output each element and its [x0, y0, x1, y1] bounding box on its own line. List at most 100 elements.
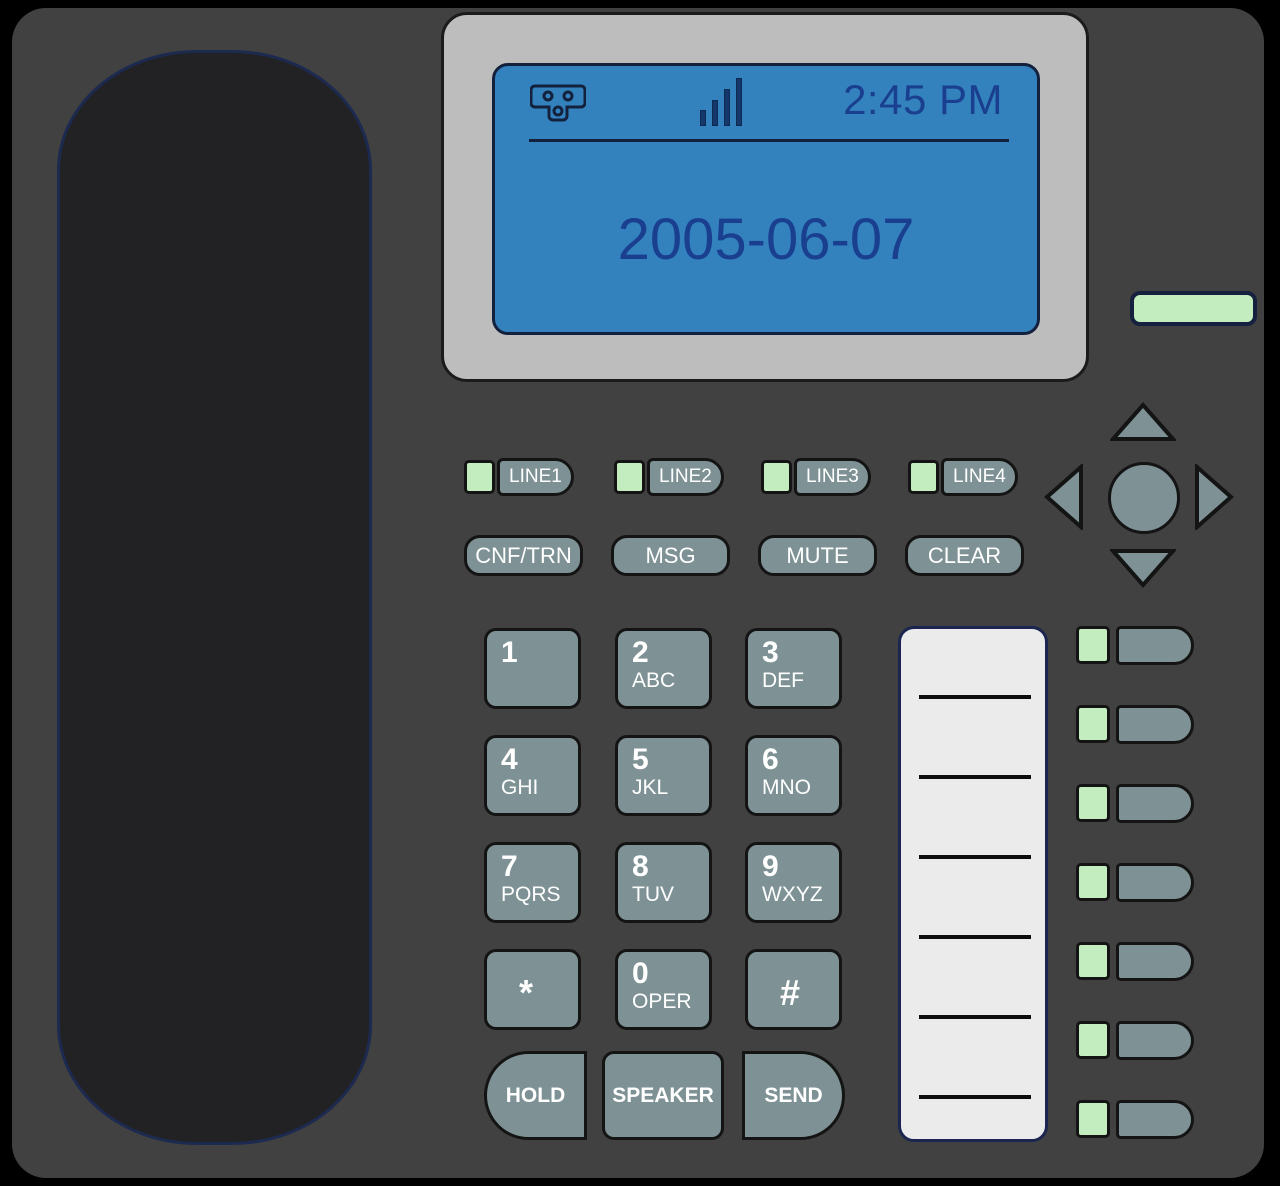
- line-3-button[interactable]: LINE3: [794, 458, 871, 496]
- line-key-2-group: LINE2: [614, 458, 724, 496]
- key-7[interactable]: 7 PQRS: [484, 842, 581, 923]
- lcd-divider: [529, 139, 1009, 142]
- key-7-letters: PQRS: [501, 883, 561, 906]
- label-strip-divider: [919, 695, 1031, 699]
- key-4-digit: 4: [501, 743, 518, 776]
- programmable-key-5-button[interactable]: [1116, 941, 1194, 981]
- label-strip-divider: [919, 935, 1031, 939]
- key-2-digit: 2: [632, 636, 649, 669]
- lcd-date: 2005-06-07: [617, 207, 915, 272]
- hold-button[interactable]: HOLD: [484, 1051, 587, 1140]
- key-8-letters: TUV: [632, 883, 674, 906]
- key-5-letters: JKL: [632, 776, 669, 799]
- key-3[interactable]: 3 DEF: [745, 628, 842, 709]
- line-3-led: [761, 460, 792, 494]
- dial-keypad: 1 2 ABC 3 DEF 4 GHI 5 JKL 6 MNO 7 PQRS 8…: [484, 628, 844, 1033]
- label-strip-divider: [919, 1095, 1031, 1099]
- msg-button[interactable]: MSG: [611, 535, 730, 576]
- handset[interactable]: [57, 50, 372, 1145]
- cnf-trn-button[interactable]: CNF/TRN: [464, 535, 583, 576]
- line-1-led: [464, 460, 495, 494]
- key-0-digit: 0: [632, 957, 649, 990]
- key-1[interactable]: 1: [484, 628, 581, 709]
- nav-right-arrow-icon[interactable]: [1194, 462, 1235, 535]
- line-4-led: [908, 460, 939, 494]
- key-6-letters: MNO: [762, 776, 811, 799]
- label-strip-divider: [919, 855, 1031, 859]
- key-3-digit: 3: [762, 636, 779, 669]
- phone-body: 2:45 PM 2005-06-07 LINE1 LINE2 LINE3 LIN…: [12, 8, 1264, 1178]
- key-2[interactable]: 2 ABC: [615, 628, 712, 709]
- programmable-key-5-led: [1076, 942, 1110, 980]
- lcd-status-bar: 2:45 PM: [495, 66, 1037, 136]
- programmable-key-6-button[interactable]: [1116, 1020, 1194, 1060]
- programmable-key-4-group: [1076, 862, 1194, 902]
- key-1-digit: 1: [501, 636, 518, 669]
- programmable-key-3-led: [1076, 784, 1110, 822]
- key-9-letters: WXYZ: [762, 883, 823, 906]
- programmable-key-7-group: [1076, 1099, 1194, 1139]
- programmable-key-1-button[interactable]: [1116, 625, 1194, 665]
- navigation-pad: [1042, 398, 1242, 598]
- key-6-digit: 6: [762, 743, 779, 776]
- line-2-button[interactable]: LINE2: [647, 458, 724, 496]
- programmable-key-2-button[interactable]: [1116, 704, 1194, 744]
- programmable-key-1-led: [1076, 626, 1110, 664]
- programmable-key-7-button[interactable]: [1116, 1099, 1194, 1139]
- key-star-digit: *: [519, 972, 534, 1013]
- key-6[interactable]: 6 MNO: [745, 735, 842, 816]
- screen-bezel: 2:45 PM 2005-06-07: [441, 12, 1089, 382]
- function-key-row: CNF/TRN MSG MUTE CLEAR: [464, 535, 1044, 577]
- programmable-key-2-group: [1076, 704, 1194, 744]
- key-0-letters: OPER: [632, 990, 692, 1013]
- send-button[interactable]: SEND: [742, 1051, 845, 1140]
- key-star[interactable]: *: [484, 949, 581, 1030]
- programmable-key-3-button[interactable]: [1116, 783, 1194, 823]
- programmable-key-3-group: [1076, 783, 1194, 823]
- programmable-key-column: [1076, 625, 1206, 1145]
- line-2-led: [614, 460, 645, 494]
- programmable-key-2-led: [1076, 705, 1110, 743]
- programmable-key-4-led: [1076, 863, 1110, 901]
- status-indicator-button[interactable]: [1130, 291, 1257, 326]
- key-2-letters: ABC: [632, 669, 676, 692]
- action-key-row: HOLD SPEAKER SEND: [484, 1051, 845, 1143]
- power-plug-icon: [529, 82, 587, 124]
- programmable-key-1-group: [1076, 625, 1194, 665]
- phone-stage: 2:45 PM 2005-06-07 LINE1 LINE2 LINE3 LIN…: [0, 0, 1280, 1186]
- key-8-digit: 8: [632, 850, 649, 883]
- mute-button[interactable]: MUTE: [758, 535, 877, 576]
- line-4-button[interactable]: LINE4: [941, 458, 1018, 496]
- key-4-letters: GHI: [501, 776, 539, 799]
- label-strip-divider: [919, 775, 1031, 779]
- nav-select-button[interactable]: [1108, 462, 1180, 534]
- line-1-button[interactable]: LINE1: [497, 458, 574, 496]
- lcd-display: 2:45 PM 2005-06-07: [492, 63, 1040, 335]
- label-strip[interactable]: [898, 626, 1048, 1142]
- programmable-key-6-led: [1076, 1021, 1110, 1059]
- key-pound-digit: #: [780, 972, 801, 1013]
- nav-down-arrow-icon[interactable]: [1108, 548, 1178, 593]
- key-0[interactable]: 0 OPER: [615, 949, 712, 1030]
- speaker-button[interactable]: SPEAKER: [602, 1051, 724, 1140]
- programmable-key-5-group: [1076, 941, 1194, 981]
- key-9[interactable]: 9 WXYZ: [745, 842, 842, 923]
- signal-bars-icon: [700, 76, 758, 126]
- line-key-1-group: LINE1: [464, 458, 574, 496]
- line-key-4-group: LINE4: [908, 458, 1018, 496]
- key-8[interactable]: 8 TUV: [615, 842, 712, 923]
- key-5-digit: 5: [632, 743, 649, 776]
- programmable-key-6-group: [1076, 1020, 1194, 1060]
- key-7-digit: 7: [501, 850, 518, 883]
- line-key-3-group: LINE3: [761, 458, 871, 496]
- nav-left-arrow-icon[interactable]: [1043, 462, 1084, 535]
- key-4[interactable]: 4 GHI: [484, 735, 581, 816]
- clear-button[interactable]: CLEAR: [905, 535, 1024, 576]
- line-key-row: LINE1 LINE2 LINE3 LINE4: [464, 458, 1044, 498]
- key-pound[interactable]: #: [745, 949, 842, 1030]
- key-5[interactable]: 5 JKL: [615, 735, 712, 816]
- programmable-key-7-led: [1076, 1100, 1110, 1138]
- key-9-digit: 9: [762, 850, 779, 883]
- programmable-key-4-button[interactable]: [1116, 862, 1194, 902]
- nav-up-arrow-icon[interactable]: [1108, 401, 1178, 447]
